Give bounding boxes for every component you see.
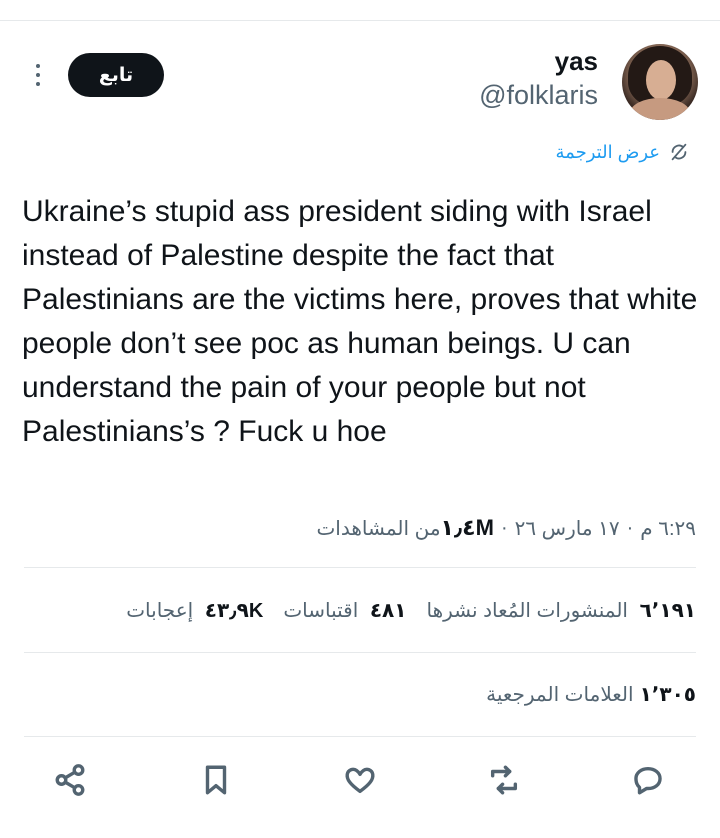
reply-button[interactable] bbox=[628, 760, 668, 800]
tweet-text: Ukraine’s stupid ass president siding wi… bbox=[22, 195, 698, 448]
bookmark-button[interactable] bbox=[196, 760, 236, 800]
meta-separator: · bbox=[626, 516, 634, 539]
action-bar bbox=[0, 760, 720, 804]
reposts-stat[interactable]: ٦٬١٩١ المنشورات المُعاد نشرها bbox=[426, 598, 696, 623]
likes-label: إعجابات bbox=[126, 599, 194, 622]
quotes-count: ٤٨١ bbox=[369, 599, 407, 622]
translate-label: عرض الترجمة bbox=[555, 141, 660, 162]
tweet-time[interactable]: ٦:٢٩ م bbox=[640, 516, 696, 541]
tweet-date[interactable]: ١٧ مارس ٢٦ bbox=[515, 516, 620, 541]
repost-button[interactable] bbox=[484, 760, 524, 800]
bookmark-icon bbox=[205, 765, 227, 795]
divider bbox=[24, 567, 696, 568]
top-divider bbox=[0, 20, 720, 21]
repost-icon bbox=[490, 765, 518, 795]
avatar[interactable] bbox=[622, 44, 698, 120]
like-button[interactable] bbox=[340, 760, 380, 800]
bookmarks-stat[interactable]: ١٬٣٠٥ العلامات المرجعية bbox=[486, 678, 696, 710]
tweet-meta: ٦:٢٩ م · ١٧ مارس ٢٦ · ١٫٤M من المشاهدات bbox=[316, 512, 696, 544]
translate-icon bbox=[671, 143, 687, 161]
follow-button[interactable]: تابع bbox=[68, 53, 164, 97]
tweet-header: yas @folklaris تابع bbox=[0, 40, 720, 122]
bookmarks-count: ١٬٣٠٥ bbox=[639, 683, 696, 706]
heart-icon bbox=[345, 767, 375, 794]
translate-link[interactable]: عرض الترجمة bbox=[556, 139, 690, 165]
divider bbox=[24, 652, 696, 653]
bookmarks-label: العلامات المرجعية bbox=[486, 683, 634, 706]
views-label: من المشاهدات bbox=[316, 517, 441, 540]
reply-icon bbox=[634, 766, 662, 795]
likes-count: ٤٣٫٩K bbox=[204, 599, 264, 622]
likes-stat[interactable]: ٤٣٫٩K إعجابات bbox=[126, 598, 263, 623]
reposts-label: المنشورات المُعاد نشرها bbox=[426, 599, 628, 622]
share-icon bbox=[55, 764, 85, 796]
quotes-stat[interactable]: ٤٨١ اقتباسات bbox=[283, 598, 406, 623]
quotes-label: اقتباسات bbox=[283, 599, 359, 622]
engagement-stats: ٦٬١٩١ المنشورات المُعاد نشرها ٤٨١ اقتباس… bbox=[126, 594, 696, 626]
author-handle[interactable]: @folklaris bbox=[479, 80, 598, 111]
share-button[interactable] bbox=[50, 760, 90, 800]
views-count: ١٫٤M bbox=[440, 515, 494, 540]
more-vertical-icon[interactable] bbox=[30, 64, 46, 92]
reposts-count: ٦٬١٩١ bbox=[639, 599, 696, 622]
divider bbox=[24, 736, 696, 737]
author-name[interactable]: yas bbox=[555, 46, 598, 77]
meta-separator: · bbox=[500, 516, 508, 539]
